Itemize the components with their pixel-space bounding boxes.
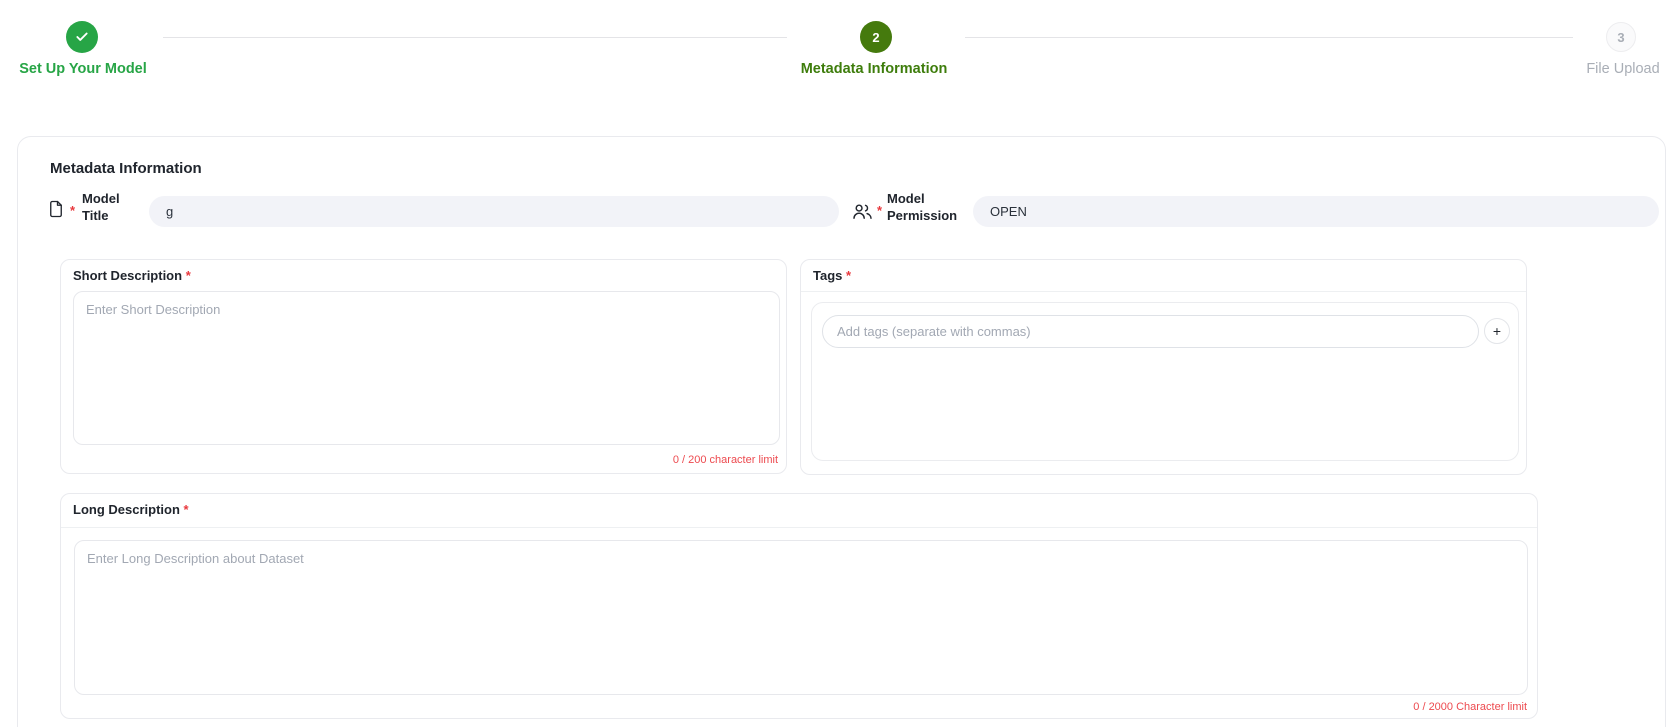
model-permission-required-asterisk: * [877, 203, 882, 218]
tags-required-asterisk: * [846, 268, 851, 283]
check-icon [75, 30, 89, 44]
step-2-label: Metadata Information [789, 61, 959, 77]
short-description-title-text: Short Description [73, 268, 182, 283]
step-3-indicator[interactable]: 3 [1606, 22, 1636, 52]
long-description-divider [61, 527, 1537, 528]
metadata-form-card: Metadata Information * Model Title * Mod… [17, 136, 1666, 727]
tags-input[interactable] [822, 315, 1479, 348]
model-permission-label: Model Permission [887, 190, 963, 224]
short-description-textarea[interactable] [73, 291, 780, 445]
step-1-label: Set Up Your Model [16, 61, 150, 77]
tags-panel: Tags * + [800, 259, 1527, 475]
metadata-information-page: Set Up Your Model 2 Metadata Information… [0, 0, 1675, 727]
tags-input-area: + [811, 302, 1519, 461]
long-description-title: Long Description * [73, 502, 189, 517]
document-icon [47, 198, 65, 225]
plus-icon: + [1493, 323, 1501, 339]
users-icon [852, 203, 873, 225]
model-permission-input[interactable] [973, 196, 1659, 227]
stepper-connector-2 [965, 37, 1573, 38]
model-title-label: Model Title [82, 190, 128, 224]
long-description-panel: Long Description * 0 / 2000 Character li… [60, 493, 1538, 719]
short-description-panel: Short Description * 0 / 200 character li… [60, 259, 787, 474]
long-description-counter: 0 / 2000 Character limit [1413, 701, 1527, 713]
add-tag-button[interactable]: + [1484, 318, 1510, 344]
short-description-counter: 0 / 200 character limit [673, 454, 778, 466]
tags-divider [801, 291, 1526, 292]
long-description-textarea[interactable] [74, 540, 1528, 695]
short-description-required-asterisk: * [186, 268, 191, 283]
step-2-indicator[interactable]: 2 [860, 21, 892, 53]
card-title: Metadata Information [50, 160, 202, 177]
tags-title-text: Tags [813, 268, 842, 283]
short-description-title: Short Description * [73, 268, 191, 283]
model-title-required-asterisk: * [70, 203, 75, 218]
step-2-number: 2 [872, 30, 879, 45]
long-description-required-asterisk: * [184, 502, 189, 517]
step-3-number: 3 [1617, 30, 1624, 45]
model-title-input[interactable] [149, 196, 839, 227]
stepper-connector-1 [163, 37, 787, 38]
tags-title: Tags * [813, 268, 851, 283]
step-3-label: File Upload [1582, 61, 1664, 77]
long-description-title-text: Long Description [73, 502, 180, 517]
step-1-indicator[interactable] [66, 21, 98, 53]
